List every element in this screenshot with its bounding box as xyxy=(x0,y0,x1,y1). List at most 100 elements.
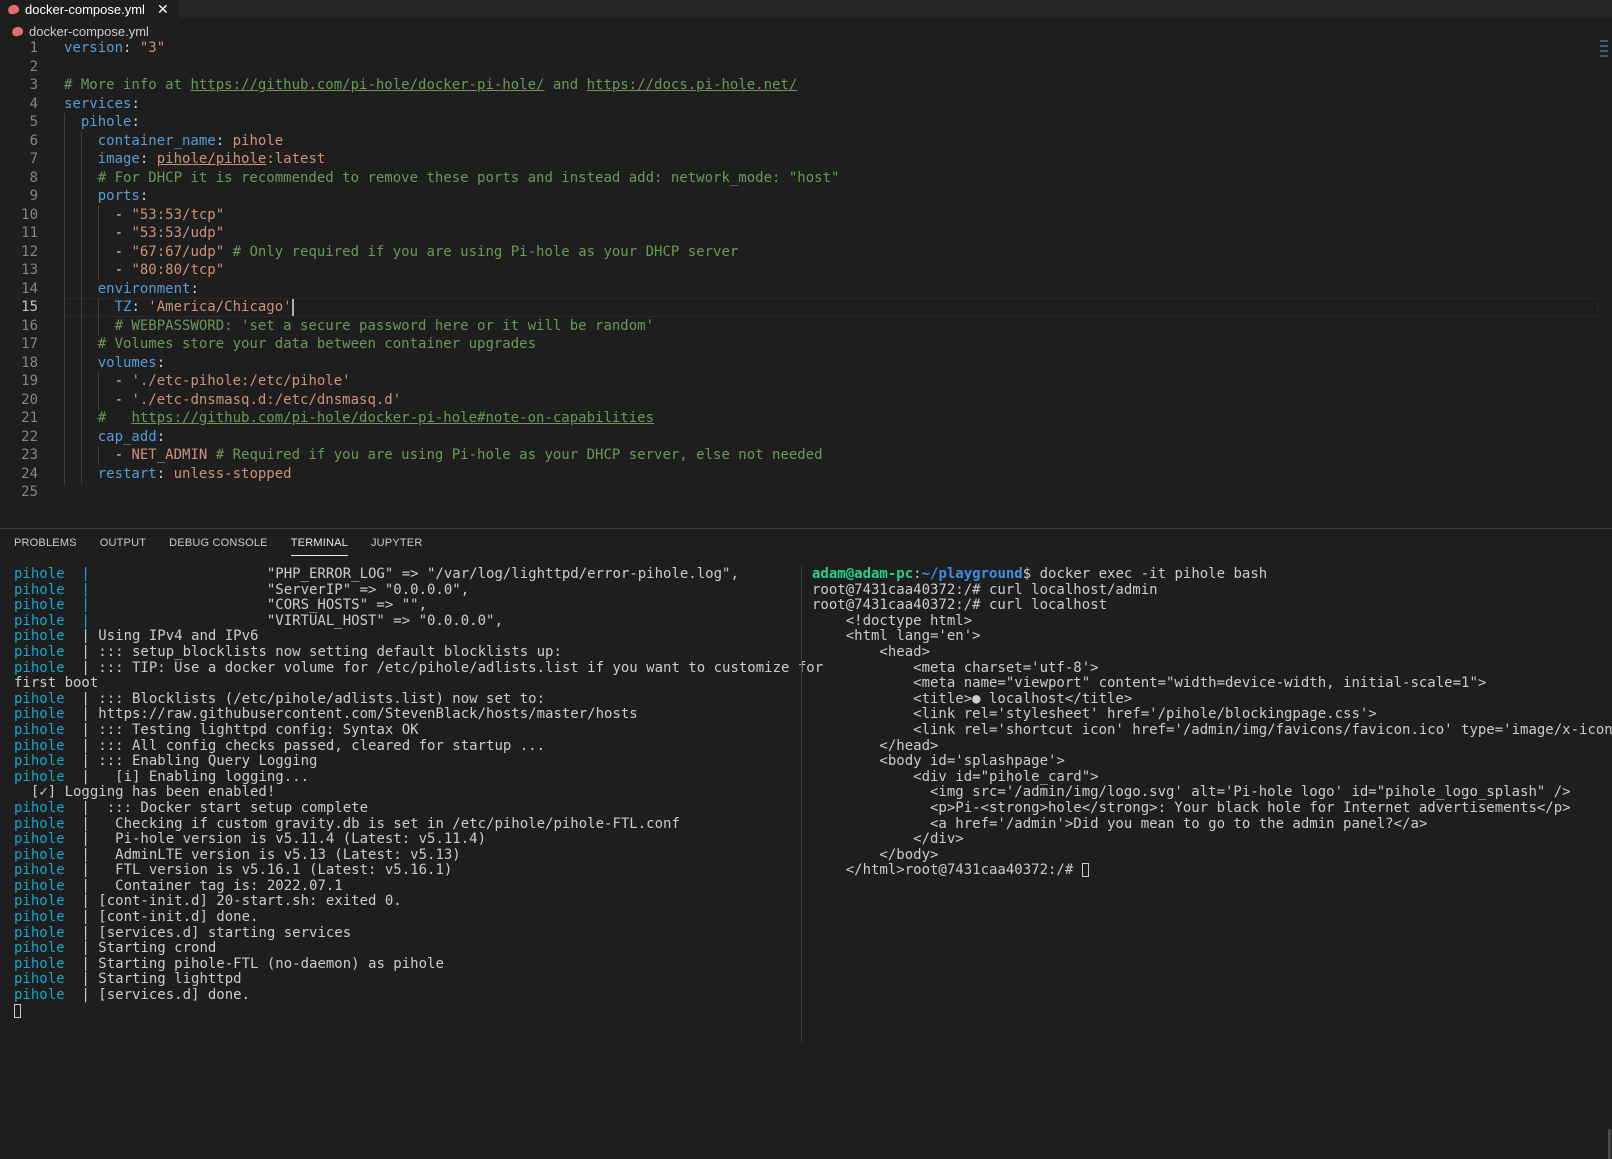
code-line[interactable]: 7 image: pihole/pihole:latest xyxy=(0,150,1600,169)
code-token: - xyxy=(64,373,132,389)
code-line[interactable]: 21 # https://github.com/pi-hole/docker-p… xyxy=(0,409,1600,428)
line-code: environment: xyxy=(64,280,199,299)
breadcrumb[interactable]: docker-compose.yml xyxy=(11,22,149,40)
terminal-line: [✓] Logging has been enabled! xyxy=(14,785,794,801)
terminal-line: pihole | Container tag is: 2022.07.1 xyxy=(14,878,794,895)
code-token: - xyxy=(64,243,132,260)
code-token: restart xyxy=(97,465,157,482)
terminal-line: <body id='splashpage'> xyxy=(812,753,1607,770)
line-number: 16 xyxy=(21,317,38,334)
code-token: : xyxy=(131,95,140,112)
line-code: cap_add: xyxy=(64,428,165,447)
terminal-text: <link rel='stylesheet' href='/pihole/blo… xyxy=(812,706,1377,723)
terminal-right[interactable]: adam@adam-pc:~/playground$ docker exec -… xyxy=(812,566,1612,879)
terminal-line: </html>root@7431caa40372:/# xyxy=(812,862,1607,879)
terminal-text: <a href='/admin'>Did you mean to go to t… xyxy=(812,815,1428,832)
tab-jupyter[interactable]: JUPYTER xyxy=(371,537,423,556)
code-token[interactable]: https://github.com/pi-hole/docker-pi-hol… xyxy=(131,410,654,426)
tab-debug-console[interactable]: DEBUG CONSOLE xyxy=(169,537,268,556)
line-code: - './etc-dnsmasq.d:/etc/dnsmasq.d' xyxy=(64,391,402,410)
code-line[interactable]: 18 volumes: xyxy=(0,353,1600,373)
code-token: - xyxy=(64,262,132,278)
code-token: and xyxy=(544,77,587,93)
line-number: 25 xyxy=(21,484,38,500)
code-line[interactable]: 22 cap_add: xyxy=(0,427,1600,447)
code-token: volumes xyxy=(97,354,157,371)
code-token[interactable]: https://docs.pi-hole.net/ xyxy=(587,77,798,93)
code-token: services xyxy=(64,95,132,112)
terminal-scrollbar[interactable] xyxy=(1608,1129,1611,1159)
editor-tab-bar: docker-compose.yml ✕ xyxy=(0,0,1612,18)
terminal-text: pihole xyxy=(14,815,65,832)
terminal-line: <meta name="viewport" content="width=dev… xyxy=(812,675,1607,692)
code-line[interactable]: 12 - "67:67/udp" # Only required if you … xyxy=(0,242,1600,262)
code-editor[interactable]: 1 version: "3" 2 3 # More info at https://gi… xyxy=(0,39,1612,517)
code-line[interactable]: 15 TZ: 'America/Chicago' xyxy=(0,298,1600,317)
line-code: - "80:80/tcp" xyxy=(64,261,225,280)
code-line[interactable]: 19 - './etc-pihole:/etc/pihole' xyxy=(0,372,1600,391)
terminal-text: | Using IPv4 and IPv6 xyxy=(64,628,259,645)
code-token: './etc-pihole:/etc/pihole' xyxy=(131,373,351,389)
line-number: 22 xyxy=(21,428,38,445)
code-token[interactable]: https://github.com/pi-hole/docker-pi-hol… xyxy=(190,77,544,93)
line-code: - "53:53/tcp" xyxy=(64,206,225,225)
terminal-line: pihole | Using IPv4 and IPv6 xyxy=(14,629,794,645)
code-line[interactable]: 23 - NET_ADMIN # Required if you are usi… xyxy=(0,446,1600,465)
code-line[interactable]: 20 - './etc-dnsmasq.d:/etc/dnsmasq.d' xyxy=(0,390,1600,410)
tab-output[interactable]: OUTPUT xyxy=(100,537,146,556)
minimap[interactable] xyxy=(1600,40,1608,70)
tab-problems[interactable]: PROBLEMS xyxy=(14,537,77,556)
terminal-line: pihole | ::: Testing lighttpd config: Sy… xyxy=(14,722,794,739)
tab-docker-compose[interactable]: docker-compose.yml ✕ xyxy=(0,0,179,18)
code-line[interactable]: 13 - "80:80/tcp" xyxy=(0,261,1600,280)
code-line[interactable]: 24 restart: unless-stopped xyxy=(0,464,1600,484)
code-line[interactable]: 9 ports: xyxy=(0,187,1600,206)
code-line[interactable]: 25 xyxy=(0,483,1600,502)
terminal-left[interactable]: pihole | "PHP_ERROR_LOG" => "/var/log/li… xyxy=(14,566,823,1020)
terminal-text: <meta charset='utf-8'> xyxy=(812,659,1099,676)
code-token: "67:67/udp" xyxy=(131,243,225,260)
terminal-split-divider[interactable] xyxy=(801,565,802,1043)
terminal-line: pihole | ::: TIP: Use a docker volume fo… xyxy=(14,660,823,677)
code-line[interactable]: 2 xyxy=(0,58,1600,77)
terminal-line: <title>● localhost</title> xyxy=(812,691,1607,708)
code-line[interactable]: 10 - "53:53/tcp" xyxy=(0,205,1600,225)
code-line[interactable]: 14 environment: xyxy=(0,279,1600,299)
terminal-line: pihole | https://raw.githubusercontent.c… xyxy=(14,707,794,723)
line-code: restart: unless-stopped xyxy=(64,465,292,484)
code-line[interactable]: 1 version: "3" xyxy=(0,39,1600,58)
breadcrumb-filename[interactable]: docker-compose.yml xyxy=(29,24,149,39)
code-line[interactable]: 8 # For DHCP it is recommended to remove… xyxy=(0,168,1600,188)
code-line[interactable]: 16 # WEBPASSWORD: 'set a secure password… xyxy=(0,316,1600,336)
line-number: 3 xyxy=(29,77,38,93)
code-token: # For DHCP it is recommended to remove t… xyxy=(97,169,840,186)
code-token: :latest xyxy=(266,151,326,167)
code-line[interactable]: 17 # Volumes store your data between con… xyxy=(0,335,1600,354)
terminal-text: | [services.d] done. xyxy=(64,987,251,1004)
code-line[interactable]: 4 services: xyxy=(0,95,1600,114)
close-icon[interactable]: ✕ xyxy=(157,1,169,18)
terminal-text: pihole xyxy=(14,768,65,785)
terminal-line: pihole | ::: All config checks passed, c… xyxy=(14,738,794,755)
code-line[interactable]: 5 pihole: xyxy=(0,113,1600,132)
code-token[interactable]: pihole/pihole xyxy=(157,151,267,167)
code-token: : xyxy=(215,132,233,149)
code-token: : xyxy=(139,151,157,167)
line-number: 8 xyxy=(29,169,38,186)
terminal-line: <img src='/admin/img/logo.svg' alt='Pi-h… xyxy=(812,785,1607,801)
line-code: services: xyxy=(64,95,140,114)
terminal-line xyxy=(14,1003,794,1020)
code-line[interactable]: 11 - "53:53/udp" xyxy=(0,224,1600,243)
code-token: # Volumes store your data between contai… xyxy=(97,336,537,352)
terminal-text: <img src='/admin/img/logo.svg' alt='Pi-h… xyxy=(812,784,1571,801)
code-line[interactable]: 3 # More info at https://github.com/pi-ho… xyxy=(0,76,1600,95)
tab-terminal[interactable]: TERMINAL xyxy=(290,537,348,556)
terminal-line: pihole | Starting crond xyxy=(14,940,794,957)
code-token: pihole xyxy=(80,114,132,130)
code-line[interactable]: 6 container_name: pihole xyxy=(0,131,1600,151)
terminal-text: pihole xyxy=(14,690,65,707)
